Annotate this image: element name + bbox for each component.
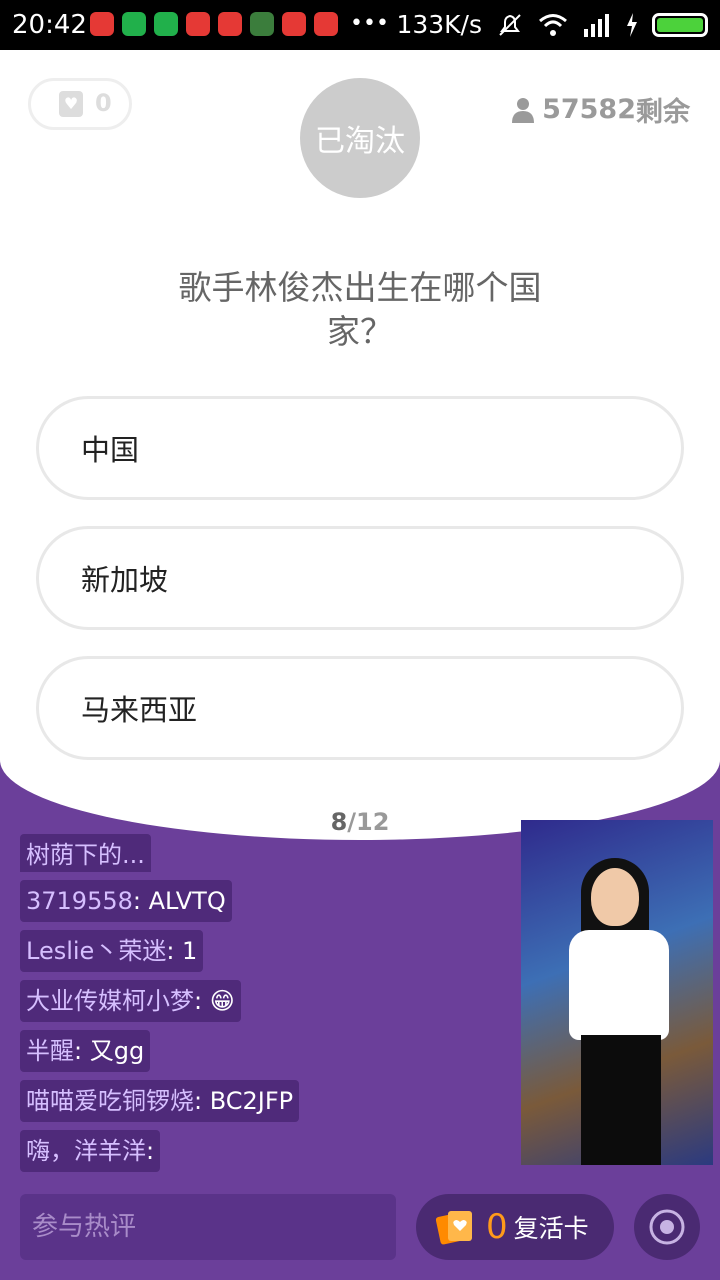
answer-option-3[interactable]: 马来西亚 [36,656,684,760]
chat-partial-message: 树荫下的... [20,834,151,872]
chat-message: 喵喵爱吃铜锣烧: BC2JFP [20,1080,520,1130]
charging-icon [627,13,637,37]
wechat-notification-icon [90,12,114,36]
status-right: 133K/s [396,8,708,42]
chat-message: 嗨，洋羊洋: [20,1130,520,1180]
chat-text: 又gg [89,1037,145,1065]
notification-icons: ••• [90,12,389,36]
chat-message: 3719558: ALVTQ [20,880,520,930]
chat-username: 半醒 [26,1037,74,1065]
progress-current: 8 [330,808,348,836]
heart-icon: ♥ [59,91,83,117]
comment-input[interactable] [20,1194,396,1260]
video-notification-icon [282,12,306,36]
android-notification-icon [250,12,274,36]
revive-card-icon [436,1211,472,1245]
quiz-card: ♥ 0 已淘汰 57582 剩余 歌手林俊杰出生在哪个国家？ 中国 新加坡 马来… [0,50,720,840]
remaining-players: 57582 剩余 [512,90,690,129]
record-icon [649,1209,685,1245]
chat-message: 大业传媒柯小梦: 😁 [20,980,520,1030]
bottom-bar: 0 复活卡 [0,1180,720,1280]
status-time: 20:42 [12,10,87,40]
host-face [591,868,639,926]
status-bar: 20:42 ••• 133K/s [0,0,720,50]
host-top [569,930,669,1040]
answer-option-1[interactable]: 中国 [36,396,684,500]
wechat-notification-icon [218,12,242,36]
wifi-icon [539,14,567,36]
host-skirt [581,1035,661,1165]
revive-card-button[interactable]: 0 复活卡 [416,1194,614,1260]
chat-username: 大业传媒柯小梦 [26,987,194,1015]
question-text: 歌手林俊杰出生在哪个国家？ [178,268,542,351]
progress-total: /12 [347,808,390,836]
video-notification-icon [314,12,338,36]
chat-text: ALVTQ [148,887,226,915]
chat-text: 😁 [209,987,235,1015]
remaining-count: 57582 [542,94,636,125]
chat-username: Leslie丶荣迷 [26,937,167,965]
chat-text: BC2JFP [209,1087,294,1115]
chat-username: 3719558 [26,887,133,915]
wechat-notification-icon [122,12,146,36]
network-speed: 133K/s [396,10,482,39]
lives-pill: ♥ 0 [28,78,132,130]
live-video-preview[interactable] [521,820,713,1165]
battery-icon [652,13,708,37]
signal-icon [584,14,609,37]
person-icon [512,97,535,123]
chat-message: Leslie丶荣迷: 1 [20,930,520,980]
chat-username: 喵喵爱吃铜锣烧 [26,1087,194,1115]
mute-icon [499,14,521,36]
revive-label: 复活卡 [513,1214,589,1243]
chat-text: 1 [182,937,198,965]
app-notification-icon [154,12,178,36]
record-button[interactable] [634,1194,700,1260]
chat-username: 嗨，洋羊洋 [26,1137,146,1165]
eliminated-badge: 已淘汰 [300,78,420,198]
chat-message: 半醒: 又gg [20,1030,520,1080]
answer-option-2[interactable]: 新加坡 [36,526,684,630]
revive-count: 0 [486,1207,508,1247]
chat-list: 3719558: ALVTQ Leslie丶荣迷: 1 大业传媒柯小梦: 😁 半… [20,880,520,1180]
more-notifications-icon: ••• [350,11,389,36]
chat-partial-text: 树荫下的... [20,834,151,872]
lives-count: 0 [95,89,112,117]
video-notification-icon [186,12,210,36]
remaining-label: 剩余 [636,97,690,128]
